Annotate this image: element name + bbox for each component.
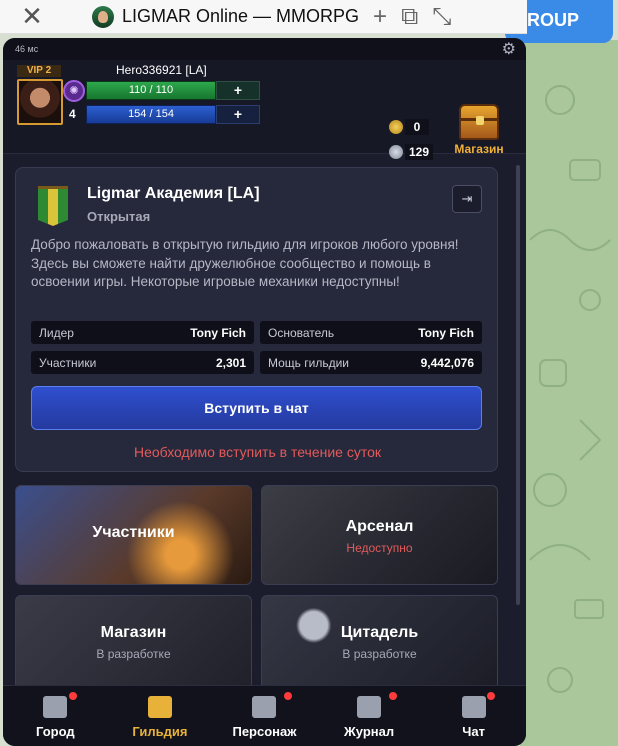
tile-title: Участники bbox=[92, 524, 175, 541]
helmet-icon bbox=[252, 696, 277, 718]
nav-label: Журнал bbox=[344, 724, 395, 739]
notification-dot bbox=[284, 692, 293, 700]
chat-icon bbox=[461, 696, 486, 718]
player-level: 4 bbox=[69, 107, 76, 121]
mp-plus-button[interactable]: + bbox=[216, 105, 260, 124]
tile-members[interactable]: Участники bbox=[15, 485, 252, 585]
nav-city[interactable]: Город bbox=[3, 686, 108, 746]
scrollbar[interactable] bbox=[516, 165, 520, 605]
join-warning: Необходимо вступить в течение суток bbox=[133, 444, 382, 460]
player-header: VIP 2 ✺ 4 Hero336921 [LA] 110 / 110 + 15… bbox=[3, 60, 526, 160]
nav-label: Персонаж bbox=[232, 724, 297, 739]
stat-power: Мощь гильдии 9,442,076 bbox=[260, 351, 482, 374]
notification-dot bbox=[388, 692, 397, 700]
collapse-icon[interactable]: ⤡ bbox=[432, 3, 451, 31]
app-logo-icon bbox=[92, 5, 114, 28]
tile-subtitle: Недоступно bbox=[346, 541, 413, 555]
treasure-chest-icon bbox=[459, 104, 499, 140]
stat-members: Участники 2,301 bbox=[31, 351, 254, 374]
new-tab-icon[interactable]: + bbox=[373, 3, 387, 31]
notification-dot bbox=[487, 692, 496, 700]
nav-character[interactable]: Персонаж bbox=[212, 686, 317, 746]
stat-value: Tony Fich bbox=[190, 325, 246, 340]
top-strip: 46 мс ⚙ bbox=[3, 38, 526, 60]
guild-card: Ligmar Академия [LA] Открытая ⇥ Добро по… bbox=[15, 167, 498, 472]
chat-background bbox=[520, 40, 618, 746]
tile-citadel[interactable]: Цитадель В разработке bbox=[261, 595, 498, 685]
stat-value: 9,442,076 bbox=[420, 355, 474, 370]
stat-founder: Основатель Tony Fich bbox=[260, 321, 482, 344]
tile-subtitle: В разработке bbox=[342, 647, 417, 661]
stat-key: Мощь гильдии bbox=[268, 355, 350, 370]
stat-leader: Лидер Tony Fich bbox=[31, 321, 254, 344]
tile-arsenal[interactable]: Арсенал Недоступно bbox=[261, 485, 498, 585]
join-chat-button[interactable]: Вступить в чат bbox=[31, 386, 482, 430]
shop-label: Магазин bbox=[454, 142, 504, 156]
window-title: LIGMAR Online — MMORPG bbox=[122, 6, 360, 26]
stat-value: Tony Fich bbox=[418, 325, 474, 340]
avatar[interactable] bbox=[17, 79, 63, 125]
tile-subtitle: В разработке bbox=[96, 647, 171, 661]
guild-banner-icon bbox=[38, 186, 68, 226]
bottom-nav: Город Гильдия Персонаж Журнал Чат bbox=[3, 685, 526, 746]
tile-shop[interactable]: Магазин В разработке bbox=[15, 595, 252, 685]
book-icon bbox=[357, 696, 382, 718]
guild-description: Добро пожаловать в открытую гильдию для … bbox=[31, 237, 459, 289]
nav-label: Город bbox=[35, 724, 75, 739]
castle-icon bbox=[43, 696, 68, 718]
notification-dot bbox=[69, 692, 77, 700]
game-app: 46 мс ⚙ VIP 2 ✺ 4 Hero336921 [LA] 110 / … bbox=[3, 38, 526, 746]
nav-journal[interactable]: Журнал bbox=[317, 686, 422, 746]
player-name: Hero336921 [LA] bbox=[116, 63, 207, 77]
stat-key: Основатель bbox=[268, 325, 335, 340]
vip-badge: VIP 2 bbox=[17, 65, 61, 77]
guild-banner-icon bbox=[147, 696, 172, 718]
guild-content[interactable]: Ligmar Академия [LA] Открытая ⇥ Добро по… bbox=[3, 155, 526, 685]
hp-plus-button[interactable]: + bbox=[216, 81, 260, 100]
nav-label: Гильдия bbox=[132, 724, 188, 739]
class-emblem-icon: ✺ bbox=[63, 80, 85, 102]
guild-name: Ligmar Академия [LA] bbox=[87, 185, 260, 202]
window-titlebar: ✕ LIGMAR Online — MMORPG + ⧉ ⤡ bbox=[0, 0, 527, 34]
hp-bar: 110 / 110 bbox=[86, 81, 216, 100]
tile-title: Цитадель bbox=[340, 624, 419, 641]
stat-key: Лидер bbox=[39, 325, 74, 340]
close-icon[interactable]: ✕ bbox=[0, 0, 64, 34]
nav-label: Чат bbox=[462, 724, 486, 739]
tile-title: Арсенал bbox=[345, 518, 414, 535]
ping-text: 46 мс bbox=[15, 44, 39, 54]
gear-icon[interactable]: ⚙ bbox=[502, 39, 516, 59]
restore-icon[interactable]: ⧉ bbox=[401, 3, 418, 31]
gold-coin-icon bbox=[389, 120, 403, 134]
gold-value: 0 bbox=[405, 119, 429, 135]
doodle-pattern bbox=[529, 85, 611, 693]
guild-type: Открытая bbox=[87, 209, 151, 224]
mp-bar: 154 / 154 bbox=[86, 105, 216, 124]
nav-guild[interactable]: Гильдия bbox=[108, 686, 213, 746]
stat-key: Участники bbox=[39, 355, 97, 370]
tile-title: Магазин bbox=[100, 624, 167, 641]
stat-value: 2,301 bbox=[215, 355, 246, 370]
leave-guild-icon[interactable]: ⇥ bbox=[452, 185, 482, 213]
nav-chat[interactable]: Чат bbox=[421, 686, 526, 746]
